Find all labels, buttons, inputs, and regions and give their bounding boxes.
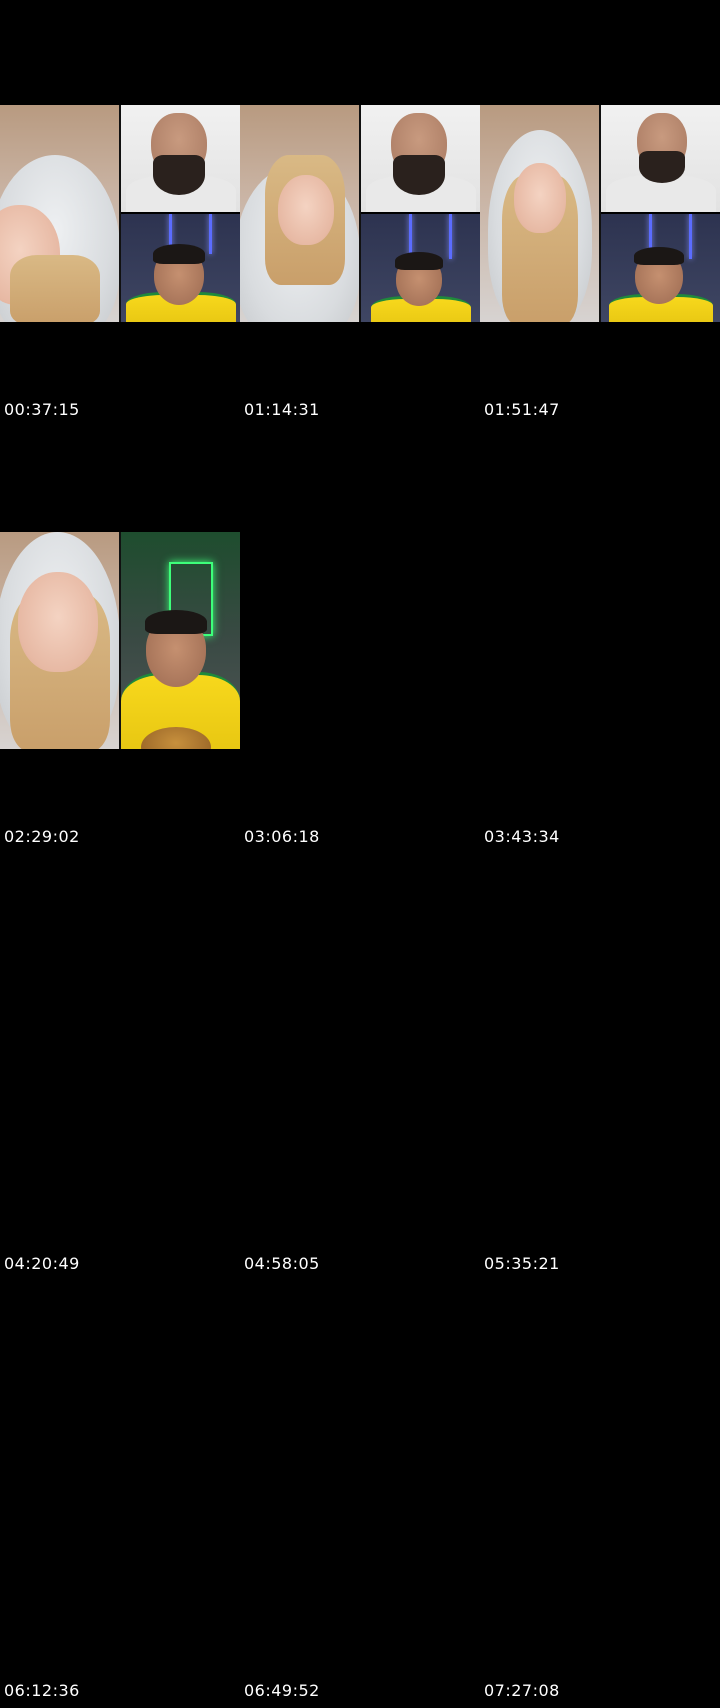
frame-timestamp: 01:51:47 (484, 400, 560, 419)
neon-light (689, 214, 692, 259)
participant-video-girl (240, 105, 359, 322)
frame-timestamp: 04:58:05 (244, 1254, 320, 1273)
participant-video-jersey-man (601, 214, 720, 322)
hair-shape (634, 247, 684, 265)
hair-shape (145, 610, 207, 634)
participant-video-bearded-man (361, 105, 480, 212)
participant-video-girl (0, 532, 119, 749)
frame-thumbnail-3[interactable] (480, 105, 720, 322)
participant-video-jersey-man (361, 214, 480, 322)
hair-shape (395, 252, 443, 270)
contact-sheet: 00:37:15 01:14:31 01:51:47 02:29:02 03:0… (0, 0, 720, 1708)
participant-video-girl (0, 105, 119, 322)
hair-shape (10, 255, 100, 322)
frame-thumbnail-4[interactable] (0, 532, 240, 749)
beard-shape (639, 151, 685, 183)
frame-cell-1[interactable]: 00:37:15 (0, 0, 240, 427)
neon-light (209, 214, 212, 254)
frame-timestamp: 04:20:49 (4, 1254, 80, 1273)
frame-timestamp: 00:37:15 (4, 400, 80, 419)
frame-cell-8[interactable]: 04:58:05 (240, 854, 480, 1281)
frame-timestamp: 01:14:31 (244, 400, 320, 419)
frame-timestamp: 05:35:21 (484, 1254, 560, 1273)
beard-shape (153, 155, 205, 195)
participant-video-jersey-man (121, 214, 240, 322)
neon-light (449, 214, 452, 259)
frame-timestamp: 06:12:36 (4, 1681, 80, 1700)
face-shape (514, 163, 566, 233)
split-divider (119, 105, 121, 322)
frame-cell-2[interactable]: 01:14:31 (240, 0, 480, 427)
frame-timestamp: 03:43:34 (484, 827, 560, 846)
frame-cell-3[interactable]: 01:51:47 (480, 0, 720, 427)
participant-video-jersey-man (121, 532, 240, 749)
frame-timestamp: 02:29:02 (4, 827, 80, 846)
frame-timestamp: 07:27:08 (484, 1681, 560, 1700)
split-divider (599, 105, 601, 322)
frame-thumbnail-1[interactable] (0, 105, 240, 322)
frame-cell-7[interactable]: 04:20:49 (0, 854, 240, 1281)
frame-cell-11[interactable]: 06:49:52 (240, 1281, 480, 1708)
frame-timestamp: 03:06:18 (244, 827, 320, 846)
hair-shape (153, 244, 205, 264)
frame-timestamp: 06:49:52 (244, 1681, 320, 1700)
frame-cell-10[interactable]: 06:12:36 (0, 1281, 240, 1708)
split-divider (119, 532, 121, 749)
participant-video-bearded-man (601, 105, 720, 212)
frame-cell-12[interactable]: 07:27:08 (480, 1281, 720, 1708)
frame-thumbnail-2[interactable] (240, 105, 480, 322)
frame-cell-9[interactable]: 05:35:21 (480, 854, 720, 1281)
beard-shape (393, 155, 445, 195)
participant-video-girl (480, 105, 599, 322)
frame-cell-4[interactable]: 02:29:02 (0, 427, 240, 854)
frame-cell-5[interactable]: 03:06:18 (240, 427, 480, 854)
participant-video-bearded-man (121, 105, 240, 212)
split-divider (359, 105, 361, 322)
face-shape (278, 175, 334, 245)
frame-cell-6[interactable]: 03:43:34 (480, 427, 720, 854)
face-shape (18, 572, 98, 672)
